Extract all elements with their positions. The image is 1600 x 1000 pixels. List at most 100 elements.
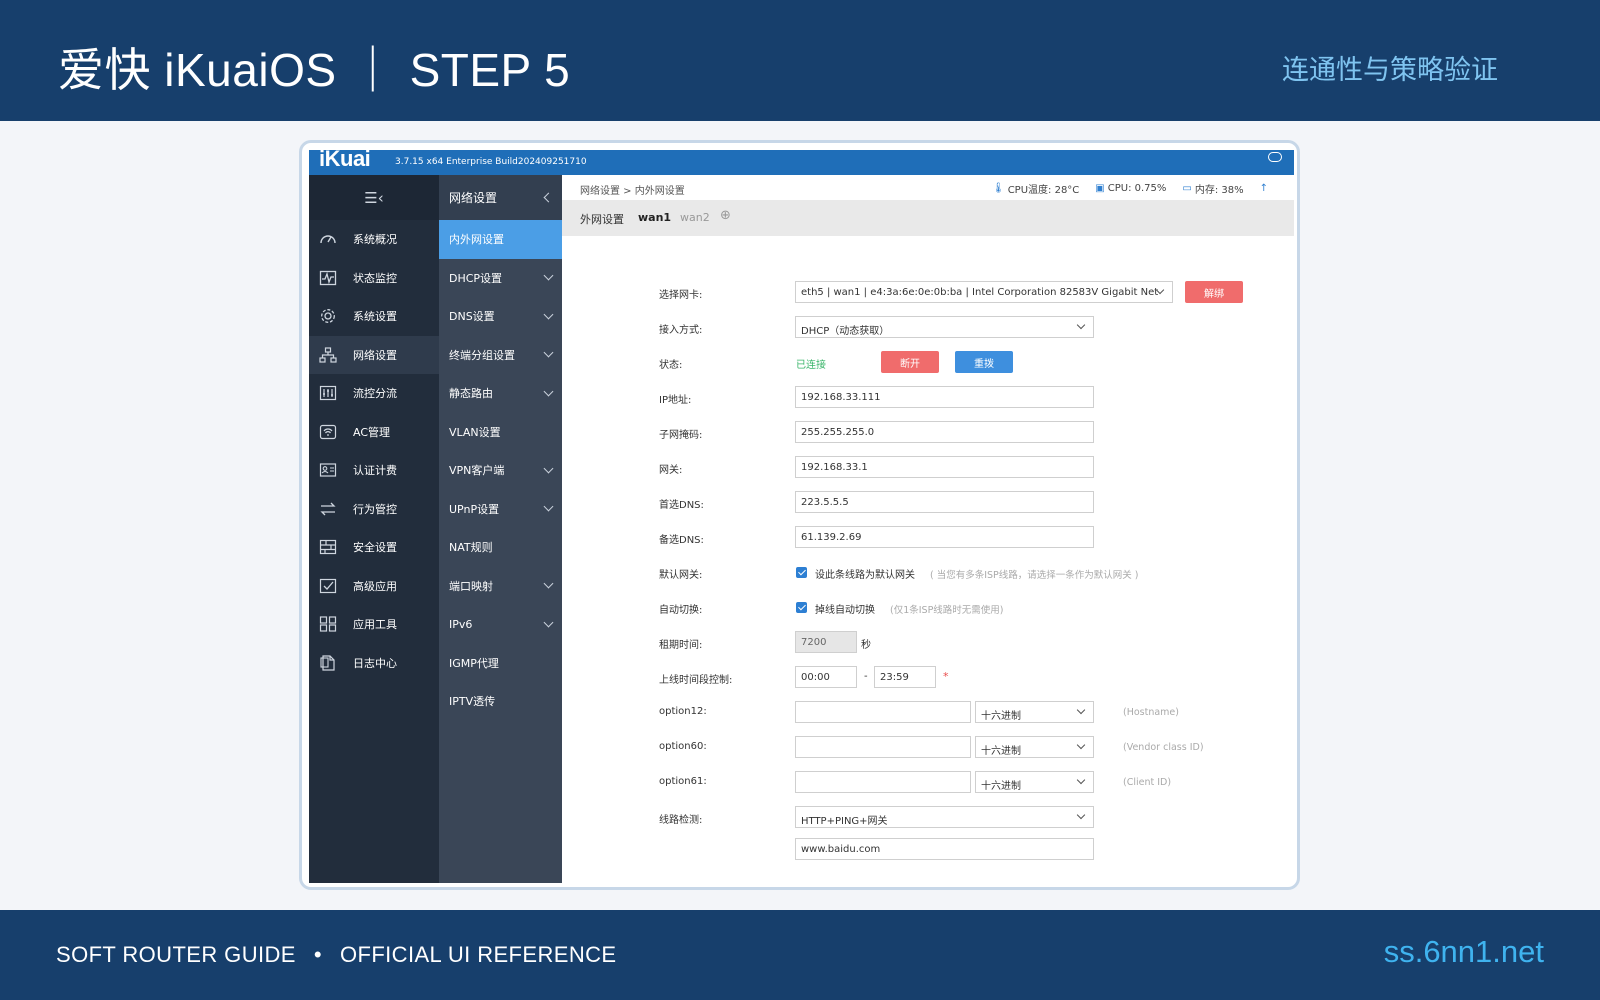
option60-encoding-select[interactable]: 十六进制 — [975, 736, 1094, 758]
access-select[interactable]: DHCP（动态获取） — [795, 316, 1094, 338]
primary-sidebar: ☰‹ 系统概况状态监控系统设置 网络设置 流控分流 AC管理 认证计费行为管控安全设置高… — [309, 175, 439, 883]
lease-input[interactable]: 7200 — [795, 631, 857, 653]
sidebar-item[interactable]: 网络设置 — [309, 335, 439, 374]
nic-select[interactable]: eth5 | wan1 | e4:3a:6e:0e:0b:ba | Intel … — [795, 281, 1173, 303]
collapse-chevron-icon[interactable] — [543, 192, 554, 203]
dns2-input[interactable]: 61.139.2.69 — [795, 526, 1094, 548]
subnav-item[interactable]: 端口映射 — [439, 567, 562, 606]
footer-banner: SOFT ROUTER GUIDE • OFFICIAL UI REFERENCE … — [0, 910, 1600, 1000]
sidebar-item-label: 日志中心 — [353, 656, 397, 670]
sidebar-item-label: 行为管控 — [353, 502, 397, 516]
unbind-button[interactable]: 解绑 — [1185, 281, 1243, 303]
sidebar-item-label: 应用工具 — [353, 618, 397, 632]
sidebar-item[interactable]: 流控分流 — [309, 374, 439, 413]
sidebar-item[interactable]: 高级应用 — [309, 567, 439, 606]
option12-label: option12: — [659, 706, 707, 717]
subnav-item-label: 端口映射 — [449, 579, 493, 593]
sidebar-item[interactable]: 应用工具 — [309, 605, 439, 644]
option12-encoding-select[interactable]: 十六进制 — [975, 701, 1094, 723]
online-start-input[interactable]: 00:00 — [795, 666, 857, 688]
online-end-input[interactable]: 23:59 — [874, 666, 936, 688]
subnav-item-label: DNS设置 — [449, 310, 495, 324]
subnav-item[interactable]: DHCP设置 — [439, 259, 562, 298]
tab-wan1[interactable]: wan1 — [638, 211, 671, 224]
auto-switch-note: (仅1条ISP线路时无需使用) — [890, 605, 1004, 616]
collapse-menu-icon[interactable]: ☰‹ — [309, 175, 439, 220]
chevron-down-icon — [543, 386, 554, 397]
option12-encoding-value: 十六进制 — [981, 711, 1021, 722]
chevron-down-icon — [543, 309, 554, 320]
subnav-item[interactable]: 静态路由 — [439, 374, 562, 413]
banner-subtitle: 连通性与策略验证 — [1282, 55, 1498, 86]
option61-encoding-select[interactable]: 十六进制 — [975, 771, 1094, 793]
subnav-header[interactable]: 网络设置 — [439, 175, 562, 220]
sidebar-item[interactable]: 系统设置 — [309, 297, 439, 336]
redial-button[interactable]: 重拨 — [955, 351, 1013, 373]
secondary-sidebar: 网络设置 内外网设置 DHCP设置 DNS设置终端分组设置 静态路由 VLAN设置 VPN… — [439, 175, 562, 883]
check-box-icon — [319, 578, 337, 594]
subnav-item[interactable]: NAT规则 — [439, 528, 562, 567]
lease-label: 租期时间: — [659, 640, 703, 651]
cpu-text: CPU: 0.75% — [1107, 183, 1167, 194]
sidebar-item[interactable]: 状态监控 — [309, 259, 439, 298]
swap-icon — [319, 501, 337, 517]
subnav-item-label: UPnP设置 — [449, 502, 500, 516]
auto-switch-check-text: 掉线自动切换 — [815, 605, 875, 616]
chevron-down-icon — [543, 347, 554, 358]
ip-label: IP地址: — [659, 395, 692, 406]
sidebar-item-label: 状态监控 — [353, 271, 397, 285]
line-detect-label: 线路检测: — [659, 815, 703, 826]
sidebar-item-label: 高级应用 — [353, 579, 397, 593]
auto-switch-checkbox[interactable] — [796, 602, 807, 613]
gateway-input[interactable]: 192.168.33.1 — [795, 456, 1094, 478]
required-star: * — [943, 670, 949, 683]
footer-dot: • — [313, 942, 322, 967]
option61-input[interactable] — [795, 771, 971, 793]
gear-icon — [319, 308, 337, 324]
subnav-item[interactable]: UPnP设置 — [439, 490, 562, 529]
sidebar-item[interactable]: 认证计费 — [309, 451, 439, 490]
sliders-icon — [319, 385, 337, 401]
chat-icon[interactable] — [1268, 152, 1282, 162]
subnav-item[interactable]: VLAN设置 — [439, 413, 562, 452]
sidebar-item[interactable]: 行为管控 — [309, 490, 439, 529]
sidebar-item[interactable]: 安全设置 — [309, 528, 439, 567]
sidebar-item[interactable]: AC管理 — [309, 413, 439, 452]
subnav-item[interactable]: DNS设置 — [439, 297, 562, 336]
main-content: 网络设置 > 内外网设置 🌡 CPU温度: 28°C ▣ CPU: 0.75% ▭ 内… — [562, 175, 1294, 883]
option61-encoding-value: 十六进制 — [981, 781, 1021, 792]
chevron-down-icon — [1076, 810, 1086, 820]
detect-host-input[interactable]: www.baidu.com — [795, 838, 1094, 860]
sidebar-item[interactable]: 日志中心 — [309, 644, 439, 683]
disconnect-button[interactable]: 断开 — [881, 351, 939, 373]
sidebar-item[interactable]: 系统概况 — [309, 220, 439, 259]
chevron-down-icon — [1076, 320, 1086, 330]
lease-unit: 秒 — [861, 640, 871, 651]
system-stats: 🌡 CPU温度: 28°C ▣ CPU: 0.75% ▭ 内存: 38% ↑ — [992, 181, 1268, 196]
subnav-item-label: IGMP代理 — [449, 656, 499, 670]
ip-input[interactable]: 192.168.33.111 — [795, 386, 1094, 408]
default-gw-checkbox[interactable] — [796, 567, 807, 578]
option12-input[interactable] — [795, 701, 971, 723]
app-topbar: iKuai 3.7.15 x64 Enterprise Build2024092… — [309, 150, 1294, 175]
option60-input[interactable] — [795, 736, 971, 758]
subnav-item[interactable]: 内外网设置 — [439, 220, 562, 259]
cpu-temp-text: CPU温度: 28°C — [1007, 185, 1080, 196]
chevron-down-icon — [1076, 775, 1086, 785]
line-detect-select[interactable]: HTTP+PING+网关 — [795, 806, 1094, 828]
mem-stat: ▭ 内存: 38% — [1182, 181, 1243, 196]
subnav-item[interactable]: IGMP代理 — [439, 644, 562, 683]
id-card-icon — [319, 462, 337, 478]
tab-wan2[interactable]: wan2 — [680, 211, 710, 224]
add-tab-icon[interactable]: ⊕ — [720, 208, 731, 223]
mask-input[interactable]: 255.255.255.0 — [795, 421, 1094, 443]
subnav-item[interactable]: IPv6 — [439, 605, 562, 644]
version-text: 3.7.15 x64 Enterprise Build202409251710 — [395, 157, 587, 167]
wan-tabs: 外网设置 wan1 wan2 ⊕ — [562, 200, 1294, 236]
chevron-down-icon — [543, 501, 554, 512]
dns1-input[interactable]: 223.5.5.5 — [795, 491, 1094, 513]
subnav-item[interactable]: 终端分组设置 — [439, 336, 562, 375]
subnav-item[interactable]: VPN客户端 — [439, 451, 562, 490]
default-gw-note: ( 当您有多条ISP线路，请选择一条作为默认网关 ) — [930, 570, 1139, 581]
subnav-item[interactable]: IPTV透传 — [439, 682, 562, 721]
